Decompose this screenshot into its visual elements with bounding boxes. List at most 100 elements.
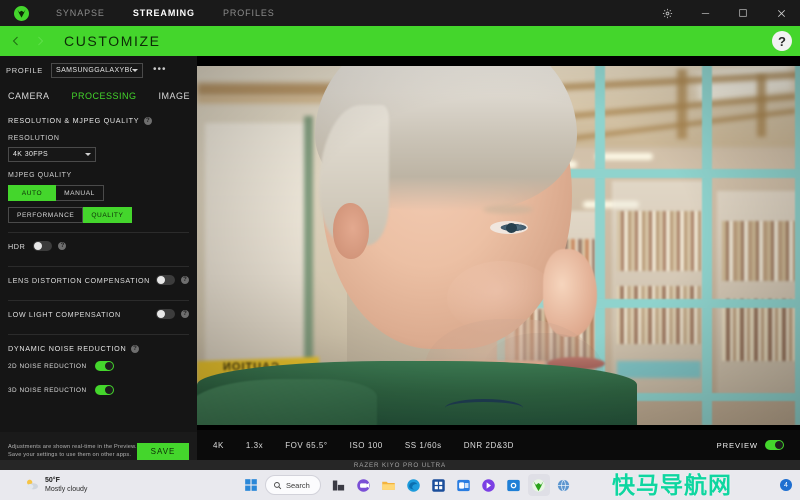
resolution-dropdown[interactable]: 4K 30FPS (8, 147, 96, 162)
notification-badge[interactable]: 4 (780, 479, 792, 491)
dnr-section-title: DYNAMIC NOISE REDUCTION ? (8, 344, 189, 353)
settings-gear-icon[interactable] (648, 0, 686, 26)
taskbar-icon-edge[interactable] (403, 474, 425, 496)
title-bar: SYNAPSE STREAMING PROFILES (0, 0, 800, 26)
divider (8, 334, 189, 335)
taskbar-icon-outlook[interactable] (453, 474, 475, 496)
customize-header: CUSTOMIZE ? (0, 26, 800, 56)
search-placeholder: Search (286, 480, 310, 490)
preview-person-ear (333, 203, 369, 259)
resolution-dropdown-value: 4K 30FPS (13, 151, 49, 158)
taskbar-apps: Search (240, 474, 575, 496)
preview-toggle-label: PREVIEW (716, 440, 758, 450)
low-light-toggle[interactable] (156, 309, 175, 319)
save-hint-line1: Adjustments are shown real-time in the P… (8, 444, 137, 450)
weather-widget[interactable]: 50°F Mostly cloudy (24, 476, 87, 494)
save-button[interactable]: SAVE (137, 442, 189, 460)
info-icon[interactable]: ? (131, 344, 140, 353)
info-icon[interactable]: ? (181, 276, 189, 284)
help-button[interactable]: ? (772, 31, 792, 51)
subtab-image[interactable]: IMAGE (159, 91, 191, 101)
maximize-icon[interactable] (724, 0, 762, 26)
settings-sidebar: PROFILE SAMSUNGGALAXYBO... ••• CAMERA PR… (0, 56, 197, 470)
hdr-label: HDR (8, 241, 26, 251)
save-hint-line2: Save your settings to use them on other … (8, 452, 132, 458)
taskbar-icon-globe[interactable] (553, 474, 575, 496)
taskbar-icon-file-explorer-dark[interactable] (328, 474, 350, 496)
mjpeg-mode-auto-button[interactable]: AUTO (8, 185, 56, 201)
weather-condition: Mostly cloudy (45, 486, 88, 493)
divider (8, 266, 189, 267)
search-icon (274, 481, 282, 489)
razer-logo-icon (13, 5, 29, 21)
device-name-bar: RAZER KIYO PRO ULTRA (0, 460, 800, 470)
preview-toggle[interactable] (765, 440, 784, 450)
camera-preview-video: CAUTION (197, 61, 800, 425)
taskbar-icon-file-explorer[interactable] (378, 474, 400, 496)
razer-logo (0, 5, 42, 21)
profile-more-button[interactable]: ••• (153, 65, 167, 75)
info-icon[interactable]: ? (144, 116, 153, 125)
mjpeg-quality-button[interactable]: QUALITY (83, 207, 133, 223)
minimize-icon[interactable] (686, 0, 724, 26)
status-resolution: 4K (213, 440, 224, 450)
preview-doorway (205, 123, 309, 373)
2d-noise-reduction-toggle[interactable] (94, 361, 114, 371)
chevron-left-icon[interactable] (4, 26, 28, 56)
info-icon[interactable]: ? (181, 310, 189, 318)
info-icon[interactable]: ? (58, 242, 67, 250)
razer-synapse-window: SYNAPSE STREAMING PROFILES CUSTOMIZE ? P… (0, 0, 800, 500)
resolution-section: RESOLUTION & MJPEG QUALITY ? RESOLUTION … (0, 116, 197, 401)
nav-tab-streaming[interactable]: STREAMING (119, 0, 209, 26)
taskbar-icon-camera-app[interactable] (503, 474, 525, 496)
2d-noise-reduction-row: 2D NOISE REDUCTION (8, 355, 189, 377)
window-controls (648, 0, 800, 26)
chevron-right-icon[interactable] (28, 26, 52, 56)
3d-noise-reduction-toggle[interactable] (94, 385, 114, 395)
status-zoom: 1.3x (245, 440, 264, 450)
camera-preview-area[interactable]: CAUTION (197, 56, 800, 430)
weather-text: 50°F Mostly cloudy (45, 476, 87, 494)
hdr-toggle[interactable] (33, 241, 53, 251)
device-name: RAZER KIYO PRO ULTRA (353, 461, 447, 469)
close-icon[interactable] (762, 0, 800, 26)
taskbar-icon-power-automate[interactable] (478, 474, 500, 496)
search-input[interactable]: Search (265, 475, 321, 495)
taskbar-icon-razer-synapse[interactable] (527, 474, 550, 496)
windows-start-icon[interactable] (240, 474, 262, 496)
divider (8, 232, 189, 233)
3d-noise-reduction-label: 3D NOISE REDUCTION (8, 386, 87, 394)
subtab-camera[interactable]: CAMERA (8, 91, 50, 101)
camera-status-bar: 4K 1.3x FOV 65.5° ISO 100 SS 1/60s DNR 2… (197, 430, 800, 460)
lens-distortion-label: LENS DISTORTION COMPENSATION (8, 275, 150, 285)
partly-cloudy-icon (24, 477, 40, 493)
save-hint: Adjustments are shown real-time in the P… (8, 443, 137, 459)
2d-noise-reduction-label: 2D NOISE REDUCTION (8, 362, 87, 370)
page-title: CUSTOMIZE (64, 33, 161, 49)
status-fov: FOV 65.5° (285, 440, 328, 450)
mjpeg-quality-label: MJPEG QUALITY (8, 172, 72, 179)
profile-dropdown[interactable]: SAMSUNGGALAXYBO... (51, 62, 143, 78)
system-tray: 4 (780, 479, 792, 491)
windows-taskbar: 50°F Mostly cloudy Search 4 (0, 470, 800, 500)
resolution-section-title: RESOLUTION & MJPEG QUALITY ? (8, 116, 189, 125)
lens-distortion-toggle[interactable] (156, 275, 175, 285)
mjpeg-performance-button[interactable]: PERFORMANCE (8, 207, 84, 223)
lens-distortion-row: LENS DISTORTION COMPENSATION ? (8, 269, 189, 291)
subtab-processing[interactable]: PROCESSING (72, 91, 137, 101)
3d-noise-reduction-row: 3D NOISE REDUCTION (8, 379, 189, 401)
hdr-row: HDR ? (8, 235, 189, 257)
taskbar-icon-store[interactable] (428, 474, 450, 496)
resolution-section-title-text: RESOLUTION & MJPEG QUALITY (8, 116, 140, 125)
status-dnr: DNR 2D&3D (463, 440, 514, 450)
profile-dropdown-value: SAMSUNGGALAXYBO... (56, 66, 132, 74)
nav-tab-profiles[interactable]: PROFILES (209, 0, 289, 26)
chevron-down-icon (85, 153, 91, 156)
main-nav-tabs: SYNAPSE STREAMING PROFILES (42, 0, 289, 26)
mjpeg-mode-segmented: AUTO MANUAL (8, 185, 189, 201)
status-iso: ISO 100 (349, 440, 383, 450)
nav-tab-synapse[interactable]: SYNAPSE (42, 0, 119, 26)
low-light-row: LOW LIGHT COMPENSATION ? (8, 303, 189, 325)
taskbar-icon-teams[interactable] (353, 474, 375, 496)
mjpeg-mode-manual-button[interactable]: MANUAL (56, 185, 104, 201)
